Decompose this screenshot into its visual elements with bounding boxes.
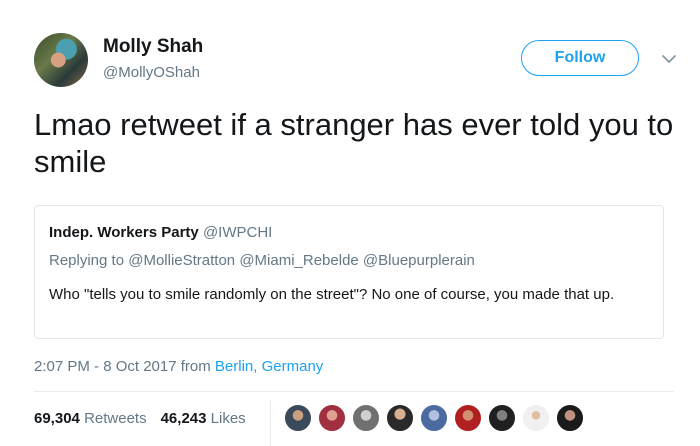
quoted-author-handle: @IWPCHI [202, 224, 273, 241]
retweets-label: Retweets [84, 410, 147, 427]
author-handle[interactable]: @MollyOShah [103, 64, 200, 81]
timestamp[interactable]: 2:07 PM - 8 Oct 2017 [34, 358, 177, 375]
liker-avatar[interactable] [454, 404, 482, 432]
liker-avatar[interactable] [386, 404, 414, 432]
retweets-count: 69,304 [34, 410, 80, 427]
location-link[interactable]: Berlin, Germany [215, 358, 323, 375]
tweet-stats: 69,304 Retweets 46,243 Likes [34, 410, 246, 427]
likes-count: 46,243 [160, 410, 207, 427]
author-name[interactable]: Molly Shah [103, 36, 203, 58]
quoted-text: Who "tells you to smile randomly on the … [49, 286, 615, 303]
stats-separator [270, 400, 271, 446]
quoted-author: Indep. Workers Party @IWPCHI [49, 224, 272, 241]
liker-avatar[interactable] [420, 404, 448, 432]
follow-button[interactable]: Follow [521, 40, 639, 76]
quoted-author-name: Indep. Workers Party [49, 224, 199, 241]
divider [34, 391, 674, 392]
liker-avatar[interactable] [488, 404, 516, 432]
from-label: from [180, 358, 211, 375]
replying-to: Replying to @MollieStratton @Miami_Rebel… [49, 252, 475, 269]
likes-label: Likes [210, 410, 246, 427]
replying-mentions[interactable]: @MollieStratton @Miami_Rebelde @Bluepurp… [128, 252, 475, 269]
liker-avatar[interactable] [352, 404, 380, 432]
tweet-text: Lmao retweet if a stranger has ever told… [34, 107, 674, 179]
avatar[interactable] [34, 33, 88, 87]
liker-avatar[interactable] [318, 404, 346, 432]
liker-avatar[interactable] [556, 404, 584, 432]
chevron-down-icon[interactable] [661, 54, 677, 64]
liker-avatar[interactable] [284, 404, 312, 432]
retweets-stat[interactable]: 69,304 Retweets [34, 410, 147, 427]
tweet-meta: 2:07 PM - 8 Oct 2017 from Berlin, German… [34, 358, 323, 375]
quoted-tweet[interactable]: Indep. Workers Party @IWPCHI Replying to… [34, 205, 664, 339]
likes-stat[interactable]: 46,243 Likes [161, 410, 246, 427]
liker-avatar[interactable] [522, 404, 550, 432]
replying-prefix: Replying to [49, 252, 125, 269]
